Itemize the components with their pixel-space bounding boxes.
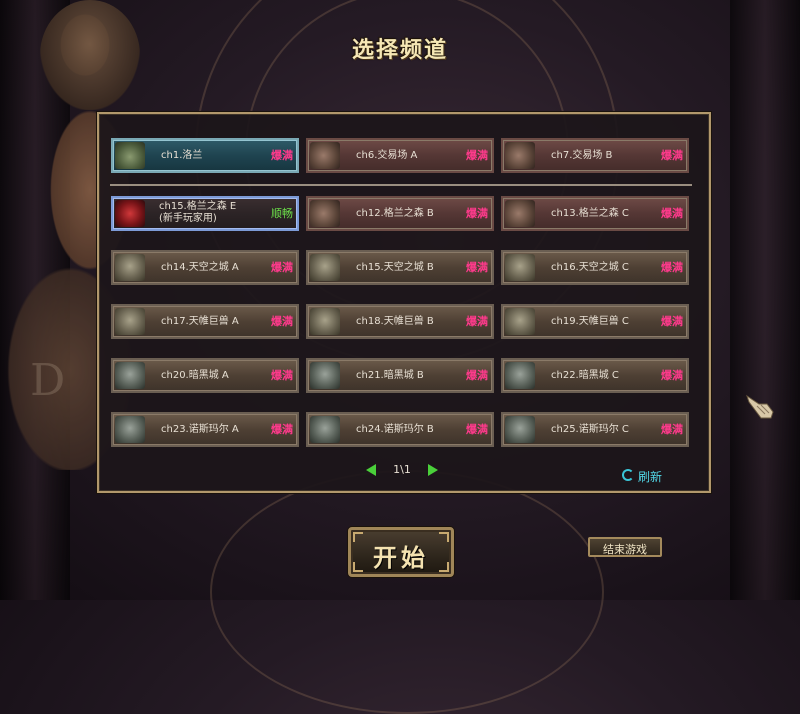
channel-name: ch23.诺斯玛尔 A — [161, 424, 239, 435]
channel-button[interactable]: ch14.天空之城 A 爆满 — [111, 250, 299, 285]
channel-name: ch17.天帷巨兽 A — [161, 316, 239, 327]
channel-button[interactable]: ch19.天帷巨兽 C 爆满 — [501, 304, 689, 339]
channel-name: ch19.天帷巨兽 C — [551, 316, 629, 327]
channel-status-badge: 爆满 — [271, 423, 293, 436]
channel-thumbnail-icon — [115, 362, 145, 389]
channel-status-badge: 爆满 — [271, 149, 293, 162]
channel-thumbnail-icon — [505, 142, 535, 169]
channel-status-badge: 爆满 — [661, 207, 683, 220]
channel-name: ch24.诺斯玛尔 B — [356, 424, 434, 435]
refresh-icon — [622, 469, 634, 481]
channel-button[interactable]: ch20.暗黑城 A 爆满 — [111, 358, 299, 393]
channel-status-badge: 爆满 — [661, 369, 683, 382]
channel-thumbnail-icon — [505, 362, 535, 389]
channel-name: ch6.交易场 A — [356, 150, 418, 161]
channel-button[interactable]: ch7.交易场 B 爆满 — [501, 138, 689, 173]
channel-button[interactable]: ch25.诺斯玛尔 C 爆满 — [501, 412, 689, 447]
character-hair — [40, 0, 140, 110]
channel-thumbnail-icon — [310, 254, 340, 281]
channel-button[interactable]: ch22.暗黑城 C 爆满 — [501, 358, 689, 393]
channel-button[interactable]: ch15.天空之城 B 爆满 — [306, 250, 494, 285]
channel-status-badge: 爆满 — [466, 149, 488, 162]
exit-game-label: 结束游戏 — [603, 543, 647, 556]
background-pillar-right — [730, 0, 800, 600]
left-arrow-icon[interactable] — [366, 464, 376, 476]
channel-name: ch13.格兰之森 C — [551, 208, 629, 219]
channel-thumbnail-icon — [505, 200, 535, 227]
channel-thumbnail-icon — [115, 416, 145, 443]
channel-thumbnail-icon — [505, 254, 535, 281]
channel-status-badge: 爆满 — [466, 423, 488, 436]
channel-status-badge: 爆满 — [466, 369, 488, 382]
magic-circle-floor — [210, 470, 604, 714]
channel-status-badge: 爆满 — [466, 315, 488, 328]
channel-name-line2: (新手玩家用) — [159, 213, 217, 224]
channel-name: ch21.暗黑城 B — [356, 370, 424, 381]
channel-divider — [110, 184, 692, 186]
channel-status-badge: 爆满 — [466, 207, 488, 220]
channel-button[interactable]: ch6.交易场 A 爆满 — [306, 138, 494, 173]
channel-status-badge: 爆满 — [271, 315, 293, 328]
channel-thumbnail-icon — [115, 142, 145, 169]
channel-thumbnail-icon — [115, 308, 145, 335]
channel-button[interactable]: ch12.格兰之森 B 爆满 — [306, 196, 494, 231]
channel-button[interactable]: ch15.格兰之森 E (新手玩家用) 顺畅 — [111, 196, 299, 231]
page-title: 选择频道 — [351, 38, 448, 63]
channel-button[interactable]: ch17.天帷巨兽 A 爆满 — [111, 304, 299, 339]
hand-cursor-icon — [746, 394, 774, 419]
channel-button[interactable]: ch1.洛兰 爆满 — [111, 138, 299, 173]
channel-status-badge: 爆满 — [466, 261, 488, 274]
channel-status-badge: 顺畅 — [271, 207, 293, 220]
channel-name: ch22.暗黑城 C — [551, 370, 619, 381]
refresh-label: 刷新 — [638, 470, 663, 484]
channel-thumbnail-icon — [310, 308, 340, 335]
channel-status-badge: 爆满 — [661, 149, 683, 162]
channel-button[interactable]: ch18.天帷巨兽 B 爆满 — [306, 304, 494, 339]
channel-thumbnail-icon — [115, 254, 145, 281]
channel-thumbnail-icon — [310, 416, 340, 443]
channel-status-badge: 爆满 — [271, 261, 293, 274]
channel-name: ch15.天空之城 B — [356, 262, 434, 273]
channel-status-badge: 爆满 — [661, 315, 683, 328]
channel-status-badge: 爆满 — [271, 369, 293, 382]
channel-name: ch14.天空之城 A — [161, 262, 239, 273]
channel-button[interactable]: ch16.天空之城 C 爆满 — [501, 250, 689, 285]
channel-thumbnail-icon — [505, 416, 535, 443]
page-number: 1\1 — [393, 463, 411, 476]
channel-button[interactable]: ch24.诺斯玛尔 B 爆满 — [306, 412, 494, 447]
channel-thumbnail-icon — [310, 362, 340, 389]
channel-name-line1: ch15.格兰之森 E — [159, 201, 237, 212]
channel-status-badge: 爆满 — [661, 261, 683, 274]
channel-thumbnail-icon — [505, 308, 535, 335]
channel-name: ch20.暗黑城 A — [161, 370, 229, 381]
channel-name: ch1.洛兰 — [161, 150, 203, 161]
channel-name: ch25.诺斯玛尔 C — [551, 424, 629, 435]
channel-name: ch7.交易场 B — [551, 150, 613, 161]
channel-button[interactable]: ch21.暗黑城 B 爆满 — [306, 358, 494, 393]
channel-button[interactable]: ch13.格兰之森 C 爆满 — [501, 196, 689, 231]
exit-game-button[interactable]: 结束游戏 — [588, 537, 662, 557]
channel-status-badge: 爆满 — [661, 423, 683, 436]
start-button-label: 开始 — [373, 544, 429, 572]
channel-thumbnail-icon — [310, 142, 340, 169]
channel-thumbnail-icon — [310, 200, 340, 227]
channel-name: ch16.天空之城 C — [551, 262, 629, 273]
channel-name: ch12.格兰之森 B — [356, 208, 434, 219]
channel-thumbnail-icon — [115, 200, 145, 227]
channel-button[interactable]: ch23.诺斯玛尔 A 爆满 — [111, 412, 299, 447]
channel-name: ch15.格兰之森 E (新手玩家用) — [159, 201, 236, 225]
right-arrow-icon[interactable] — [428, 464, 438, 476]
pager: 1\1 — [366, 462, 438, 480]
start-button[interactable]: 开始 — [348, 527, 454, 577]
channel-name: ch18.天帷巨兽 B — [356, 316, 434, 327]
